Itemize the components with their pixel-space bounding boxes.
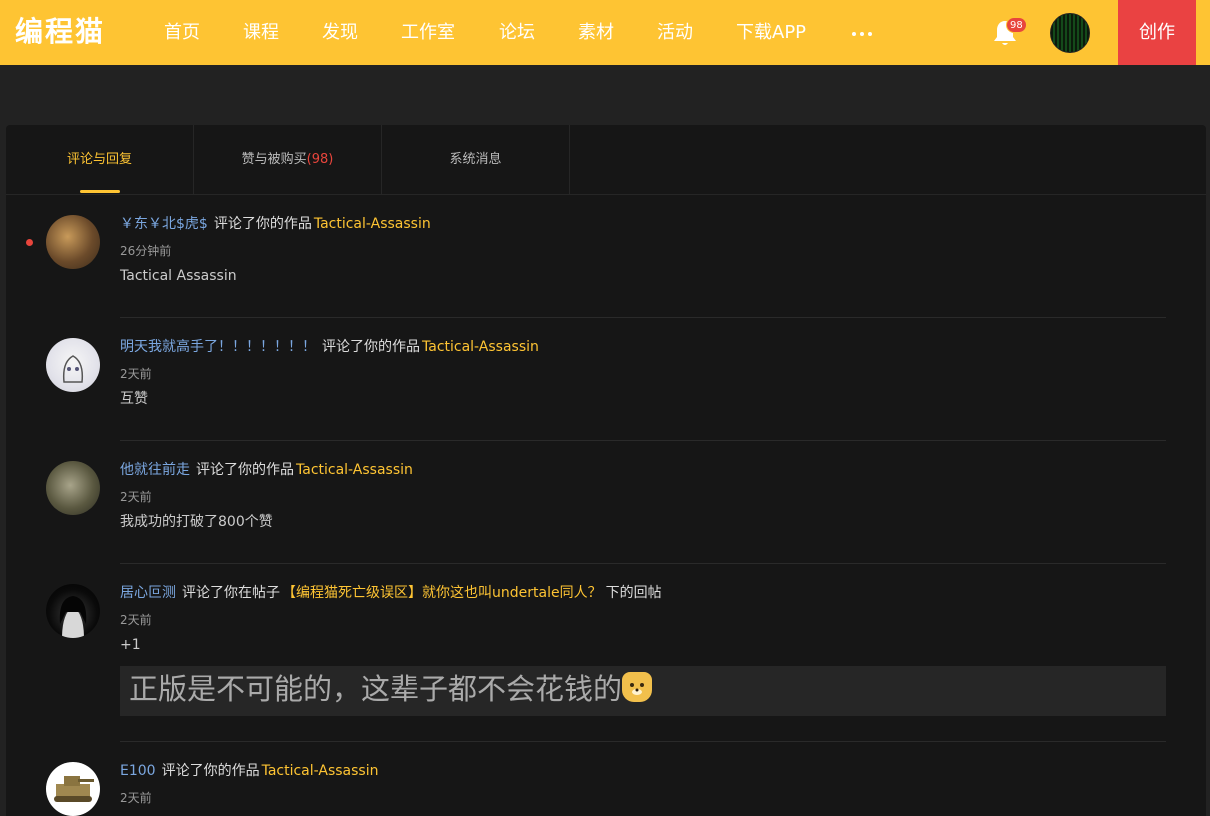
work-link[interactable]: Tactical-Assassin <box>262 763 379 779</box>
timestamp: 2天前 <box>120 367 152 381</box>
username-link[interactable]: 他就往前走 <box>120 462 190 478</box>
nav-download-app[interactable]: 下载APP <box>736 20 806 46</box>
comment-text: 我成功的打破了800个赞 <box>120 514 273 530</box>
action-text: 评论了你的作品 <box>161 763 260 779</box>
timestamp: 2天前 <box>120 490 152 504</box>
top-navbar: 编程猫 首页 课程 发现 工作室 论坛 素材 活动 下载APP 98 创作 <box>0 0 1210 65</box>
site-logo[interactable]: 编程猫 <box>15 14 105 50</box>
tab-count: (98) <box>306 152 334 167</box>
username-link[interactable]: ￥东￥北$虎$ <box>120 216 208 232</box>
avatar[interactable] <box>46 461 100 515</box>
divider <box>120 317 1166 318</box>
nav-materials[interactable]: 素材 <box>578 20 614 46</box>
nav-courses[interactable]: 课程 <box>243 20 279 46</box>
nav-events[interactable]: 活动 <box>657 20 693 46</box>
divider <box>120 563 1166 564</box>
list-item: E100 评论了你的作品 Tactical-Assassin 2天前 <box>6 760 1206 816</box>
timestamp: 2天前 <box>120 791 152 805</box>
username-link[interactable]: 居心叵测 <box>120 585 176 601</box>
quoted-reply: 正版是不可能的，这辈子都不会花钱的 <box>120 666 1166 716</box>
list-item: 他就往前走 评论了你的作品 Tactical-Assassin 2天前 我成功的打破… <box>6 459 1206 564</box>
list-item: ￥东￥北$虎$ 评论了你的作品 Tactical-Assassin 26分钟前 Ta… <box>6 213 1206 318</box>
action-text: 评论了你的作品 <box>322 339 420 355</box>
user-avatar[interactable] <box>1050 13 1090 53</box>
list-item: 明天我就高手了！！！！！！！ 评论了你的作品 Tactical-Assassin 2… <box>6 336 1206 441</box>
active-tab-indicator <box>80 190 120 193</box>
action-text: 评论了你在帖子 <box>182 585 280 601</box>
avatar[interactable] <box>46 215 100 269</box>
divider <box>120 440 1166 441</box>
comment-text: +1 <box>120 637 141 653</box>
comment-text: 互赞 <box>120 391 148 407</box>
nav-discover[interactable]: 发现 <box>322 20 358 46</box>
notification-badge: 98 <box>1006 17 1027 33</box>
action-text: 评论了你的作品 <box>196 462 294 478</box>
list-item: 居心叵测 评论了你在帖子 【编程猫死亡级误区】就你这也叫undertale同人？ 下的… <box>6 582 1206 742</box>
username-link[interactable]: E100 <box>120 763 156 779</box>
more-menu-icon[interactable] <box>850 22 874 42</box>
unread-dot <box>26 239 33 246</box>
work-link[interactable]: Tactical-Assassin <box>314 216 431 232</box>
messages-panel: 评论与回复 赞与被购买(98) 系统消息 ￥东￥北$虎$ 评论了你的作品 Tacti… <box>6 125 1206 816</box>
work-link[interactable]: Tactical-Assassin <box>296 462 413 478</box>
action-text: 评论了你的作品 <box>213 216 312 232</box>
divider <box>120 741 1166 742</box>
tab-likes-purchases[interactable]: 赞与被购买(98) <box>194 125 382 195</box>
doge-emoji-icon <box>622 672 653 702</box>
nav-studio[interactable]: 工作室 <box>401 20 455 46</box>
suffix-text: 下的回帖 <box>605 585 662 601</box>
tab-label: 评论与回复 <box>66 152 132 167</box>
avatar[interactable] <box>46 584 100 638</box>
message-tabs: 评论与回复 赞与被购买(98) 系统消息 <box>6 125 1206 195</box>
post-link[interactable]: 【编程猫死亡级误区】就你这也叫undertale同人？ <box>282 585 602 601</box>
timestamp: 26分钟前 <box>120 244 172 258</box>
tab-label: 赞与被购买 <box>241 152 307 167</box>
tab-label: 系统消息 <box>449 152 502 167</box>
quoted-reply-text: 正版是不可能的，这辈子都不会花钱的 <box>129 672 623 706</box>
create-button[interactable]: 创作 <box>1118 0 1196 65</box>
avatar[interactable] <box>46 338 100 392</box>
username-link[interactable]: 明天我就高手了！！！！！！！ <box>120 339 316 355</box>
timestamp: 2天前 <box>120 613 152 627</box>
tab-comments-replies[interactable]: 评论与回复 <box>6 125 194 195</box>
tab-system-messages[interactable]: 系统消息 <box>382 125 570 195</box>
work-link[interactable]: Tactical-Assassin <box>422 339 539 355</box>
avatar[interactable] <box>46 762 100 816</box>
comment-text: Tactical Assassin <box>120 268 237 284</box>
nav-home[interactable]: 首页 <box>164 20 200 46</box>
nav-forum[interactable]: 论坛 <box>499 20 535 46</box>
